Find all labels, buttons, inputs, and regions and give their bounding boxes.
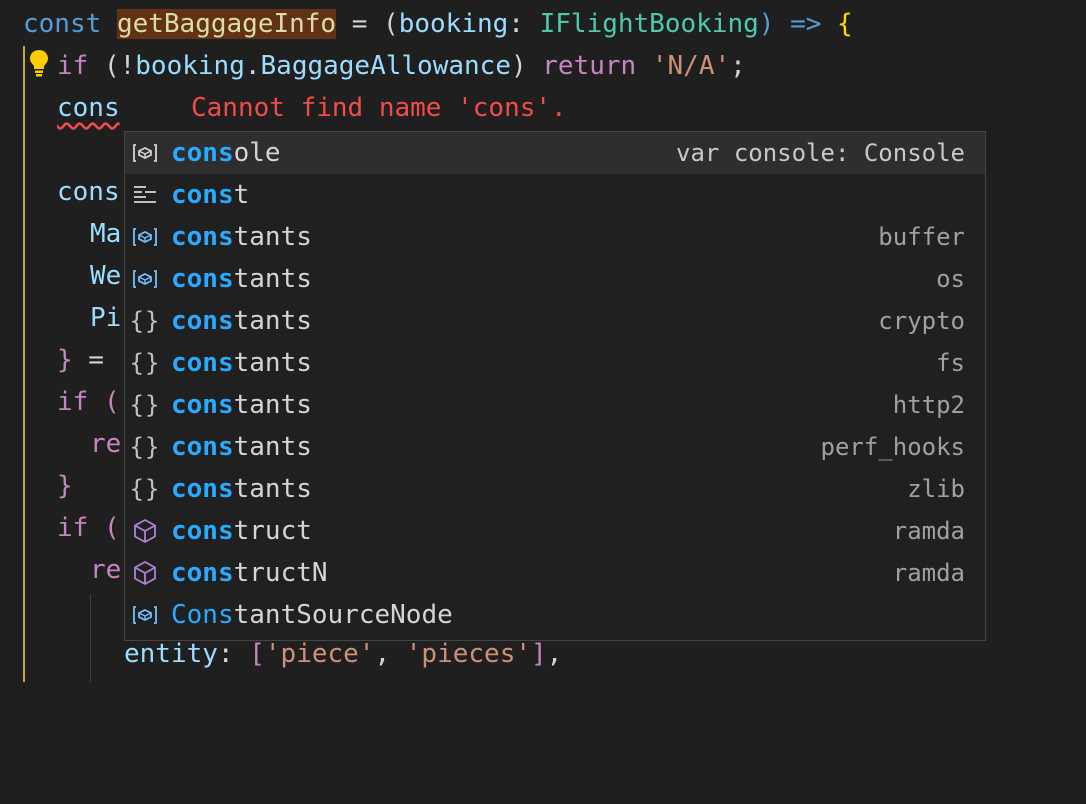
suggestion-item[interactable]: constants buffer bbox=[125, 216, 985, 258]
token-param: booking bbox=[398, 9, 509, 39]
suggestion-item[interactable]: constructN ramda bbox=[125, 552, 985, 594]
token-string: 'pieces' bbox=[405, 639, 532, 669]
code-line-3[interactable]: cons bbox=[57, 87, 120, 129]
module-icon: {} bbox=[129, 475, 161, 503]
suggestion-detail: fs bbox=[936, 349, 965, 377]
code-line-5[interactable]: cons bbox=[57, 171, 120, 213]
token-string: 'piece' bbox=[264, 639, 375, 669]
module-icon: {} bbox=[129, 307, 161, 335]
suggestion-item[interactable]: {} constants http2 bbox=[125, 384, 985, 426]
inline-error-message: Cannot find name 'cons'. bbox=[191, 93, 567, 123]
module-icon: {} bbox=[129, 349, 161, 377]
code-line-8[interactable]: Pi bbox=[90, 297, 121, 339]
suggestion-label: constants bbox=[171, 390, 312, 420]
suggestion-detail: zlib bbox=[907, 475, 965, 503]
suggestion-item[interactable]: const bbox=[125, 174, 985, 216]
suggestion-detail: crypto bbox=[878, 307, 965, 335]
suggestion-label: constructN bbox=[171, 558, 328, 588]
token-punct: , bbox=[546, 639, 563, 669]
token-if: if bbox=[57, 513, 89, 543]
token-bracket: [ bbox=[249, 639, 265, 669]
token-semicolon: ; bbox=[730, 51, 746, 81]
variable-icon bbox=[131, 602, 159, 628]
suggestion-label: constants bbox=[171, 474, 312, 504]
module-icon: {} bbox=[129, 433, 161, 461]
token-punct: : bbox=[508, 9, 540, 39]
token-keyword: const bbox=[23, 9, 102, 39]
module-icon: {} bbox=[129, 391, 161, 419]
suggestion-item[interactable]: {} constants perf_hooks bbox=[125, 426, 985, 468]
variable-icon bbox=[131, 224, 159, 250]
code-line-11[interactable]: re bbox=[90, 423, 121, 465]
suggestion-item[interactable]: {} constants fs bbox=[125, 342, 985, 384]
typed-word-with-error: cons bbox=[57, 93, 120, 123]
suggestion-detail: ramda bbox=[892, 517, 965, 545]
suggestion-item[interactable]: ConstantSourceNode bbox=[125, 594, 985, 636]
token-if: if bbox=[57, 387, 89, 417]
code-editor[interactable]: const getBaggageInfo = (booking: IFlight… bbox=[0, 0, 1086, 682]
token-punct: ( bbox=[88, 387, 120, 417]
suggestion-item[interactable]: {} constants zlib bbox=[125, 468, 985, 510]
method-cube-icon bbox=[131, 560, 159, 586]
token-punct: ) bbox=[510, 51, 543, 81]
suggestion-detail: http2 bbox=[892, 391, 965, 419]
token-property: BaggageAllowance bbox=[260, 51, 511, 81]
token-punct: = ( bbox=[336, 9, 399, 39]
token-brace: { bbox=[837, 9, 853, 39]
token-if: if bbox=[57, 51, 89, 81]
token-punct: ( bbox=[88, 513, 120, 543]
token-punct: (! bbox=[88, 51, 136, 81]
suggestion-label: constants bbox=[171, 432, 312, 462]
code-line-13[interactable]: if ( bbox=[57, 507, 120, 549]
token-type: IFlightBooking bbox=[539, 9, 759, 39]
lightbulb-icon[interactable] bbox=[28, 48, 50, 78]
suggestion-detail: buffer bbox=[878, 223, 965, 251]
code-line-14[interactable]: re bbox=[90, 549, 121, 591]
code-line-7[interactable]: We bbox=[90, 255, 121, 297]
snippet-icon bbox=[131, 182, 159, 208]
code-line-2[interactable]: if (!booking.BaggageAllowance) return 'N… bbox=[57, 45, 746, 87]
indent-guide bbox=[90, 594, 91, 682]
bracket-scope-indicator bbox=[23, 46, 25, 682]
token-arrow: ) => bbox=[758, 9, 838, 39]
suggestion-label: constants bbox=[171, 348, 312, 378]
suggestion-label: constants bbox=[171, 264, 312, 294]
token-punct: = bbox=[72, 345, 104, 375]
token-bracket: ] bbox=[531, 639, 547, 669]
token-return: return bbox=[542, 51, 637, 81]
token-string: 'N/A' bbox=[651, 51, 731, 81]
suggestion-label: const bbox=[171, 180, 250, 210]
method-cube-icon bbox=[131, 518, 159, 544]
suggestion-detail: os bbox=[936, 265, 965, 293]
suggestion-item[interactable]: console var console: Console bbox=[125, 132, 985, 174]
token-function-name: getBaggageInfo bbox=[116, 9, 337, 39]
token-punct: : bbox=[217, 639, 250, 669]
variable-icon bbox=[131, 140, 159, 166]
suggestion-detail: perf_hooks bbox=[820, 433, 966, 461]
token-punct: , bbox=[374, 639, 406, 669]
variable-icon bbox=[131, 266, 159, 292]
code-line-6[interactable]: Ma bbox=[90, 213, 121, 255]
suggestion-detail: var console: Console bbox=[676, 139, 965, 167]
suggestion-label: construct bbox=[171, 516, 312, 546]
token-brace: } bbox=[57, 345, 73, 375]
suggestion-item[interactable]: {} constants crypto bbox=[125, 300, 985, 342]
suggestion-detail: ramda bbox=[892, 559, 965, 587]
code-line-12[interactable]: } bbox=[57, 465, 73, 507]
suggestion-label: constants bbox=[171, 222, 312, 252]
code-line-1[interactable]: const getBaggageInfo = (booking: IFlight… bbox=[23, 3, 853, 45]
suggestion-item[interactable]: construct ramda bbox=[125, 510, 985, 552]
code-line-9[interactable]: } = bbox=[57, 339, 104, 381]
suggestion-label: constants bbox=[171, 306, 312, 336]
token-object: booking bbox=[135, 51, 245, 81]
suggestion-label: ConstantSourceNode bbox=[171, 600, 453, 630]
suggestion-widget[interactable]: console var console: Console const const… bbox=[124, 131, 986, 641]
suggestion-label: console bbox=[171, 138, 281, 168]
suggestion-item[interactable]: constants os bbox=[125, 258, 985, 300]
token-punct: . bbox=[244, 51, 261, 81]
code-line-10[interactable]: if ( bbox=[57, 381, 120, 423]
